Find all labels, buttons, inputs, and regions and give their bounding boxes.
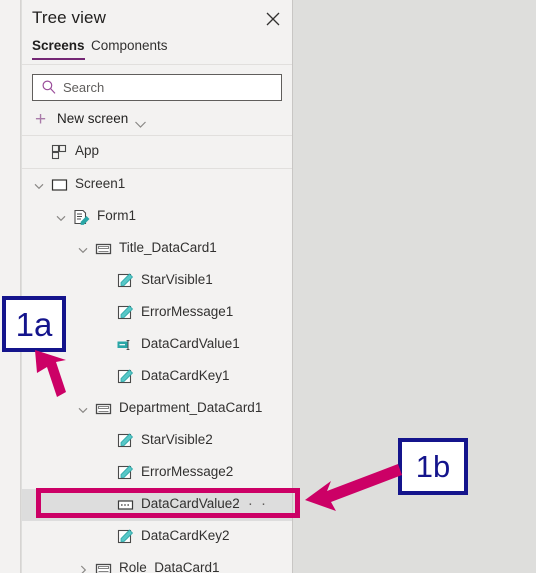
label-edit-icon bbox=[117, 433, 134, 449]
tree-item-role_datacard1[interactable]: Role_DataCard1 bbox=[22, 553, 292, 573]
highlight-rect-datacardvalue2 bbox=[36, 488, 300, 518]
chevron-down-icon[interactable] bbox=[55, 212, 67, 224]
tree-item-label: Title_DataCard1 bbox=[119, 240, 217, 255]
tab-screens[interactable]: Screens bbox=[32, 38, 85, 60]
chevron-down-icon[interactable] bbox=[134, 116, 147, 134]
tree-item-label: DataCardKey1 bbox=[141, 368, 230, 383]
app-grid-icon bbox=[51, 144, 68, 160]
tree-item-datacardkey2[interactable]: DataCardKey2 bbox=[22, 521, 292, 553]
tree-item-screen1[interactable]: Screen1 bbox=[22, 169, 292, 201]
tree-item-label: ErrorMessage2 bbox=[141, 464, 234, 479]
screen-icon bbox=[51, 177, 68, 193]
search-container bbox=[32, 74, 282, 101]
tree-item-errormessage2[interactable]: ErrorMessage2 bbox=[22, 457, 292, 489]
tree-item-label: Department_DataCard1 bbox=[119, 400, 263, 415]
tree-item-label: ErrorMessage1 bbox=[141, 304, 234, 319]
tree-item-app[interactable]: App bbox=[22, 136, 292, 169]
label-edit-icon bbox=[117, 273, 134, 289]
tree-item-starvisible1[interactable]: StarVisible1 bbox=[22, 265, 292, 297]
label-edit-icon bbox=[117, 305, 134, 321]
panel-header: Tree view bbox=[22, 0, 292, 38]
tree-item-label: Form1 bbox=[97, 208, 137, 223]
tab-components[interactable]: Components bbox=[91, 38, 168, 58]
tree-item-label: Role_DataCard1 bbox=[119, 560, 220, 573]
textinput-icon bbox=[117, 337, 134, 353]
label-edit-icon bbox=[117, 369, 134, 385]
tree-item-form1[interactable]: Form1 bbox=[22, 201, 292, 233]
chevron-down-icon[interactable] bbox=[33, 180, 45, 192]
form-edit-icon bbox=[73, 209, 90, 225]
search-icon bbox=[41, 79, 57, 100]
label-edit-icon bbox=[117, 465, 134, 481]
tree-item-starvisible2[interactable]: StarVisible2 bbox=[22, 425, 292, 457]
annotation-arrow-1a bbox=[35, 350, 66, 397]
search-input[interactable] bbox=[63, 78, 278, 96]
new-screen-button[interactable]: + New screen bbox=[22, 108, 292, 136]
panel-tabs: Screens Components bbox=[22, 38, 292, 65]
annotation-arrow-1b bbox=[305, 464, 402, 511]
plus-icon: + bbox=[35, 109, 47, 130]
tree-item-label: Screen1 bbox=[75, 176, 126, 191]
datacard-icon bbox=[95, 561, 112, 573]
chevron-right-icon[interactable] bbox=[77, 564, 89, 573]
annotation-badge-1a: 1a bbox=[2, 296, 66, 352]
tree-item-title_datacard1[interactable]: Title_DataCard1 bbox=[22, 233, 292, 265]
label-edit-icon bbox=[117, 529, 134, 545]
tree-item-label: StarVisible2 bbox=[141, 432, 213, 447]
new-screen-label: New screen bbox=[57, 111, 129, 126]
tree-item-label: DataCardKey2 bbox=[141, 528, 230, 543]
tree-item-label: App bbox=[75, 143, 100, 158]
chevron-down-icon[interactable] bbox=[77, 244, 89, 256]
page-title: Tree view bbox=[32, 8, 106, 27]
annotation-badge-1b: 1b bbox=[398, 438, 468, 495]
left-rail bbox=[0, 0, 21, 573]
tree-item-label: StarVisible1 bbox=[141, 272, 213, 287]
tree-item-label: DataCardValue1 bbox=[141, 336, 240, 351]
close-icon[interactable] bbox=[262, 8, 284, 30]
datacard-icon bbox=[95, 241, 112, 257]
